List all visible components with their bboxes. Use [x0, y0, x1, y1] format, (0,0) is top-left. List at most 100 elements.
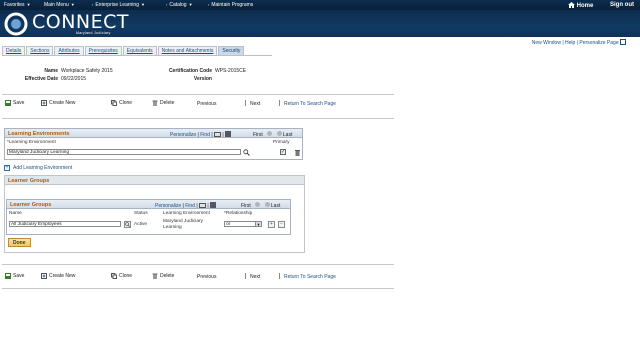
search-icon[interactable]: [243, 149, 250, 156]
breadcrumb-maintain-programs[interactable]: › Maintain Programs: [208, 2, 253, 8]
breadcrumb-enterprise-learning[interactable]: › Enterprise Learning ▼: [92, 2, 145, 8]
trash-icon[interactable]: [294, 149, 301, 156]
tab-sections[interactable]: Sections: [26, 46, 54, 55]
divider: [2, 288, 394, 289]
next-button[interactable]: Next: [250, 101, 260, 107]
first-link[interactable]: First: [241, 203, 251, 209]
breadcrumb-catalog[interactable]: › Catalog ▼: [166, 2, 193, 8]
grid-nav: Personalize | Find | |: [155, 202, 217, 209]
relationship-select[interactable]: or ▼: [224, 221, 262, 227]
trash-icon: [152, 100, 158, 106]
learning-environment-input[interactable]: Maryland Judiciary Learning: [7, 149, 241, 155]
view-all-icon[interactable]: [214, 132, 222, 137]
add-learning-environment-link[interactable]: + Add Learning Environment: [4, 165, 72, 171]
primary-checkbox[interactable]: ✓: [280, 149, 286, 155]
download-icon[interactable]: [210, 202, 217, 208]
divider: [2, 94, 394, 95]
clone-icon: [111, 273, 117, 279]
name-value: Workplace Safety 2015: [61, 68, 113, 74]
tab-notes-attachments[interactable]: Notes and Attachments: [157, 46, 218, 55]
tab-underline: [2, 55, 272, 56]
delete-button[interactable]: Delete: [152, 100, 174, 106]
grid-pager: First Last: [253, 131, 292, 138]
brand-subtitle: Maryland Judiciary: [76, 31, 111, 35]
return-to-search-button[interactable]: Return To Search Page: [284, 274, 336, 280]
help-icon[interactable]: [620, 39, 626, 45]
effective-date-value: 09/22/2015: [61, 76, 87, 82]
toolbar-separator: [279, 273, 280, 279]
divider: [2, 264, 394, 265]
page-links: New Window | Help | Personalize Page: [532, 39, 626, 46]
learner-group-name-input[interactable]: All Judiciary Employees: [9, 221, 121, 227]
toolbar-separator: [279, 100, 280, 106]
favorites-menu[interactable]: Favorites ▼: [4, 2, 31, 8]
grid-title: Learner Groups: [10, 202, 52, 208]
save-button[interactable]: Save: [5, 273, 24, 279]
top-nav-bar: Favorites ▼ Main Menu ▼ › Enterprise Learni…: [0, 0, 640, 10]
effective-date-label: Effective Date: [24, 76, 58, 82]
brand-name: CONNECT: [32, 11, 130, 33]
divider: [2, 118, 394, 119]
previous-button[interactable]: Previous: [197, 274, 216, 280]
connect-logo-icon: [4, 12, 28, 36]
tab-equivalents[interactable]: Equivalents: [122, 46, 157, 55]
help-link[interactable]: Help: [565, 40, 575, 46]
download-icon[interactable]: [225, 131, 232, 137]
clone-icon: [111, 100, 117, 106]
col-learning-environment: Learning Environment: [163, 211, 210, 216]
first-link[interactable]: First: [253, 132, 263, 138]
grid-title: Learning Environments: [8, 131, 70, 137]
add-row-button[interactable]: +: [268, 221, 275, 228]
name-label: Name: [44, 68, 58, 74]
toolbar-separator: [245, 273, 246, 279]
tab-attributes[interactable]: Attributes: [54, 46, 84, 55]
personalize-page-link[interactable]: Personalize Page: [579, 40, 618, 46]
prev-row-icon[interactable]: [255, 202, 261, 207]
personalize-link[interactable]: Personalize: [155, 203, 181, 209]
create-new-button[interactable]: Create New: [41, 100, 75, 106]
certification-code-value: WPS-2015CE: [215, 68, 247, 74]
save-button[interactable]: Save: [5, 100, 24, 106]
clone-button[interactable]: Clone: [111, 273, 132, 279]
sign-out-link[interactable]: Sign out: [610, 2, 634, 8]
tab-security[interactable]: Security: [218, 46, 245, 55]
home-link[interactable]: Home: [568, 2, 593, 9]
learning-environment-value-line2: Learning: [163, 225, 182, 230]
view-all-icon[interactable]: [199, 203, 207, 208]
col-primary: Primary: [273, 140, 290, 145]
last-link[interactable]: Last: [271, 203, 280, 209]
last-link[interactable]: Last: [283, 132, 292, 138]
done-button[interactable]: Done: [8, 238, 31, 247]
delete-button[interactable]: Delete: [152, 273, 174, 279]
find-link[interactable]: Find: [185, 203, 195, 209]
learner-groups-grid: Learner Groups Personalize | Find | | Fi…: [6, 199, 291, 235]
grid-pager: First Last: [241, 202, 280, 209]
learner-group-lookup-button[interactable]: [124, 221, 131, 228]
certification-code-label: Certification Code: [168, 68, 212, 74]
personalize-link[interactable]: Personalize: [170, 132, 196, 138]
next-row-icon[interactable]: [276, 131, 282, 136]
col-status: Status: [134, 211, 148, 216]
previous-button[interactable]: Previous: [197, 101, 216, 107]
col-learning-environment: *Learning Environment: [7, 140, 56, 145]
clone-button[interactable]: Clone: [111, 100, 132, 106]
version-label: Version: [193, 76, 212, 82]
return-to-search-button[interactable]: Return To Search Page: [284, 101, 336, 107]
create-new-button[interactable]: Create New: [41, 273, 75, 279]
chevron-down-icon: ▼: [255, 222, 261, 227]
tab-prerequisites[interactable]: Prerequisites: [84, 46, 122, 55]
grid-nav: Personalize | Find | |: [170, 131, 232, 138]
prev-row-icon[interactable]: [267, 131, 273, 136]
col-relationship: *Relationship: [224, 211, 253, 216]
next-row-icon[interactable]: [264, 202, 270, 207]
find-link[interactable]: Find: [200, 132, 210, 138]
main-menu[interactable]: Main Menu ▼: [44, 2, 75, 8]
trash-icon: [152, 273, 158, 279]
learning-environment-value-line1: Maryland Judiciary: [163, 219, 203, 224]
delete-row-button[interactable]: −: [278, 221, 285, 228]
next-button[interactable]: Next: [250, 274, 260, 280]
tab-details[interactable]: Details: [2, 46, 26, 55]
section-header: [5, 176, 304, 185]
new-window-link[interactable]: New Window: [532, 40, 561, 46]
status-value: Active: [134, 222, 148, 227]
